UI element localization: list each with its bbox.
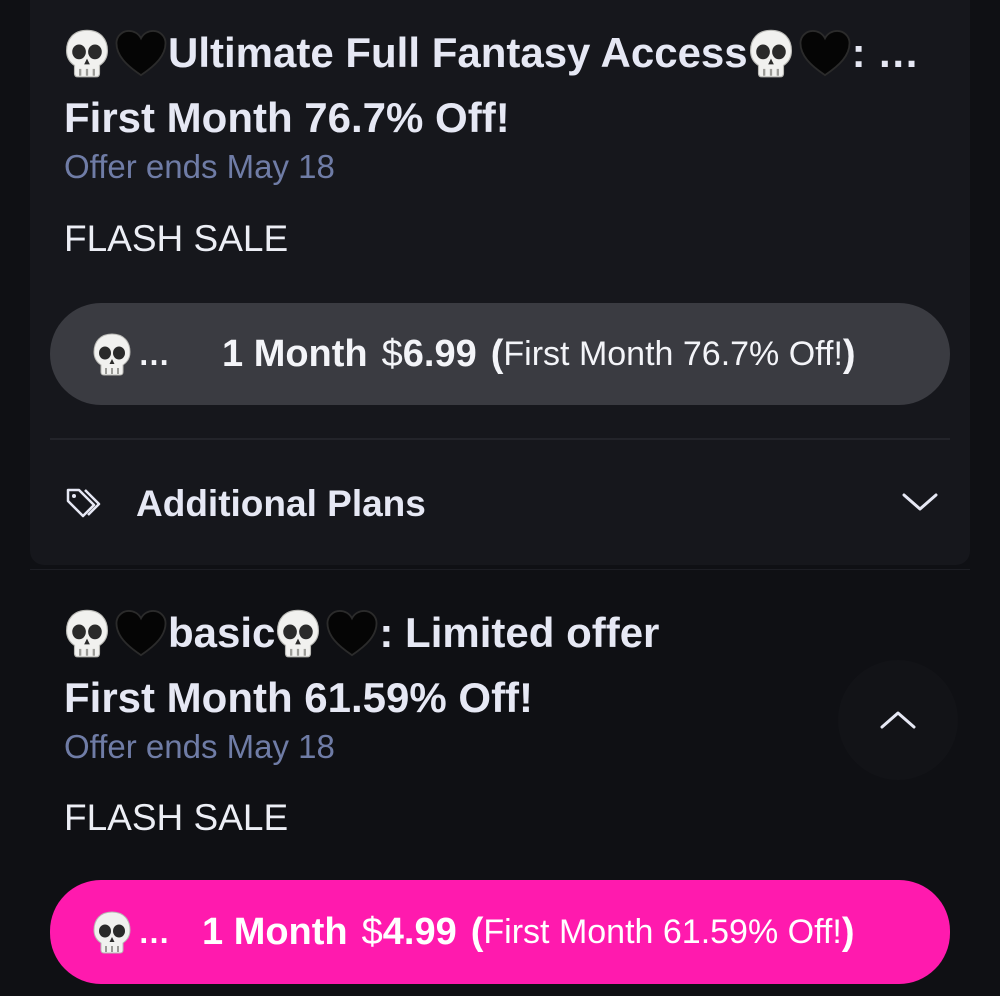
bundle-1-sale-label: FLASH SALE — [64, 218, 289, 259]
bundle-1-title: Ultimate Full Fantasy Access : … — [64, 28, 950, 80]
plan-duration: 1 Month — [222, 332, 368, 375]
plan-close-paren: ) — [841, 910, 855, 953]
plan-discount-note: First Month 61.59% Off! — [483, 912, 842, 951]
bundle-1-offer-ends: Offer ends May 18 — [64, 148, 335, 185]
tag-icon — [66, 488, 101, 518]
plan-open-paren: ( — [490, 332, 504, 375]
plan-currency: $ — [381, 332, 403, 375]
plan-ellipsis: … — [138, 913, 170, 950]
plan-price: 6.99 — [402, 332, 477, 375]
collapse-button[interactable] — [838, 660, 958, 780]
chevron-down-icon[interactable] — [900, 482, 940, 522]
bundle-1-plan-button[interactable]: … 1 Month $ 6.99 ( First Month 76.7% Off… — [50, 303, 950, 405]
skull-icon — [275, 608, 321, 658]
additional-plans-label: Additional Plans — [136, 483, 426, 524]
skull-icon — [748, 28, 794, 78]
skull-icon — [92, 331, 132, 377]
plan-open-paren: ( — [470, 910, 484, 953]
divider — [50, 438, 950, 440]
plan-duration: 1 Month — [202, 910, 348, 953]
bundle-2-offer-ends: Offer ends May 18 — [64, 728, 335, 765]
plan-discount-note: First Month 76.7% Off! — [503, 334, 843, 373]
bundle-2-title: basic : Limited offer — [64, 608, 950, 660]
plan-ellipsis: … — [138, 335, 170, 372]
bundle-2-plan-button[interactable]: … 1 Month $ 4.99 ( First Month 61.59% Of… — [50, 880, 950, 984]
bundle-2-sale-label: FLASH SALE — [64, 797, 289, 838]
additional-plans-toggle[interactable]: Additional Plans — [64, 472, 944, 536]
bundle-1-name: Ultimate Full Fantasy Access — [168, 29, 748, 76]
black-heart-icon — [798, 28, 852, 78]
skull-icon — [64, 28, 110, 78]
bundle-2-subtitle: First Month 61.59% Off! — [64, 674, 534, 721]
black-heart-icon — [114, 28, 168, 78]
bundle-1-title-tail: : … — [851, 29, 920, 76]
section-separator — [30, 569, 970, 570]
bundle-1-subtitle: First Month 76.7% Off! — [64, 94, 510, 141]
black-heart-icon — [114, 608, 168, 658]
chevron-up-icon — [880, 711, 916, 729]
black-heart-icon — [325, 608, 379, 658]
bundle-2-title-tail: : Limited offer — [379, 609, 660, 656]
plan-price: 4.99 — [382, 910, 457, 953]
skull-icon — [64, 608, 110, 658]
plan-currency: $ — [361, 910, 383, 953]
plan-close-paren: ) — [842, 332, 856, 375]
skull-icon — [92, 909, 132, 955]
bundle-2-name: basic — [168, 609, 276, 656]
